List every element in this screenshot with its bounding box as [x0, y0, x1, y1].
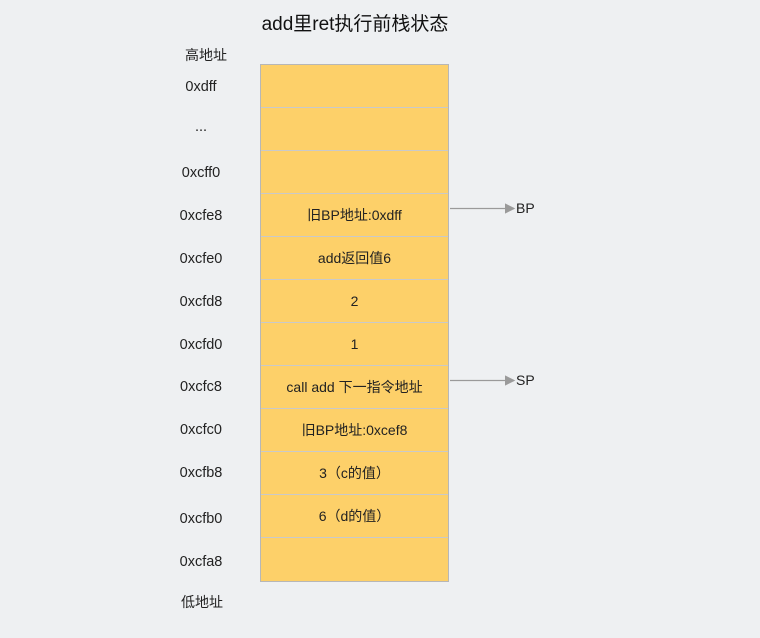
pointer-label-bp: BP [516, 199, 535, 216]
pointer-label-sp: SP [516, 371, 535, 388]
low-address-label: 低地址 [181, 594, 223, 610]
pointer-arrows [450, 203, 516, 386]
